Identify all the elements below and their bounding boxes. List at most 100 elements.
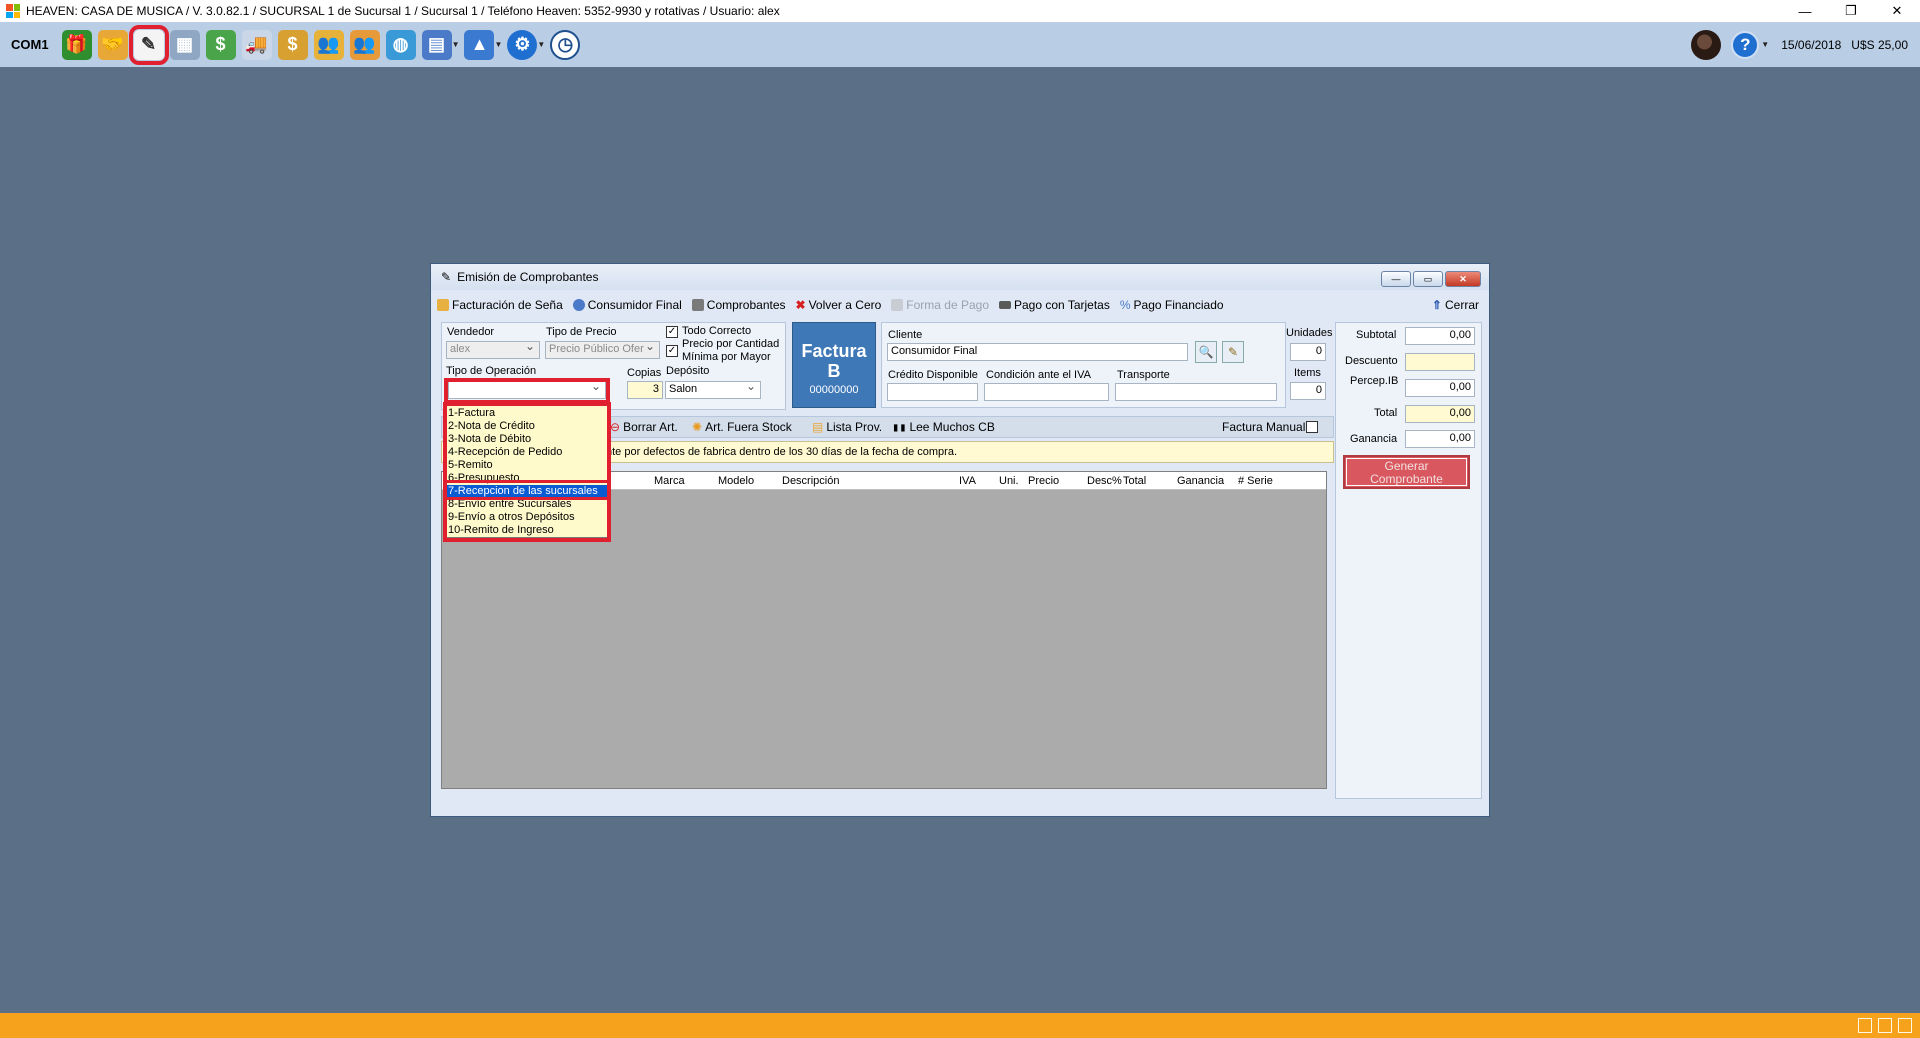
col-modelo[interactable]: Modelo — [718, 475, 754, 487]
edit-client-button[interactable]: ✎ — [1222, 341, 1244, 363]
pencil-icon: ✎ — [1227, 345, 1239, 359]
lista-prov-button[interactable]: ▤ Lista Prov. — [812, 420, 882, 434]
handshake-icon[interactable]: 🤝 — [97, 29, 128, 60]
menu-volver-a-cero[interactable]: ✖ Volver a Cero — [796, 298, 882, 312]
condicion-iva-label: Condición ante el IVA — [986, 369, 1091, 381]
cliente-label: Cliente — [888, 329, 923, 341]
dialog-titlebar: ✎ Emisión de Comprobantes — [431, 264, 1489, 290]
chart-dropdown-arrow-icon[interactable]: ▼ — [494, 40, 502, 49]
total-label: Total — [1374, 407, 1398, 419]
comprobante-type-badge: Factura B 00000000 — [792, 322, 876, 408]
document-icon[interactable] — [1898, 1018, 1912, 1033]
tipo-precio-label: Tipo de Precio — [546, 326, 617, 338]
fuera-stock-button[interactable]: ✺ Art. Fuera Stock — [692, 420, 792, 434]
copias-label: Copias — [627, 367, 662, 379]
search-client-button[interactable]: 🔍 — [1195, 341, 1217, 363]
delivery-truck-icon[interactable]: 🚚 — [241, 29, 272, 60]
factura-manual-label: Factura Manual — [1222, 420, 1306, 434]
credito-label: Crédito Disponible — [888, 369, 978, 381]
user-avatar[interactable] — [1691, 29, 1722, 60]
factura-number: 00000000 — [809, 384, 859, 396]
col-serie[interactable]: # Serie — [1238, 475, 1273, 487]
combo-highlight-box — [444, 378, 610, 404]
restore-button[interactable]: ❐ — [1828, 0, 1874, 22]
groups-icon[interactable]: 👥 — [349, 29, 380, 60]
menu-forma-de-pago[interactable]: Forma de Pago — [891, 298, 989, 312]
todo-correcto-label: Todo Correcto — [682, 325, 752, 337]
dialog-close-button[interactable]: ✕ — [1445, 271, 1481, 287]
list-icon: ▤ — [812, 420, 824, 434]
status-bar — [0, 1013, 1920, 1038]
col-ganancia[interactable]: Ganancia — [1177, 475, 1224, 487]
delete-icon: ⊖ — [610, 420, 621, 434]
generar-label-line2: Comprobante — [1370, 472, 1443, 486]
users-icon[interactable]: 👥 — [313, 29, 344, 60]
deposito-select[interactable]: Salon — [665, 381, 761, 399]
invoice-icon[interactable]: ✎ — [128, 24, 169, 65]
document-icon[interactable] — [1858, 1018, 1872, 1033]
transporte-input[interactable] — [1115, 383, 1277, 401]
menu-consumidor-final[interactable]: Consumidor Final — [572, 298, 682, 312]
menu-pago-financiado[interactable]: % Pago Financiado — [1120, 298, 1224, 312]
deposito-label: Depósito — [666, 365, 710, 377]
condicion-iva-input[interactable] — [984, 383, 1109, 401]
col-marca[interactable]: Marca — [654, 475, 685, 487]
warranty-info-text: nte por defectos de fabrica dentro de lo… — [606, 446, 958, 458]
book-dropdown-arrow-icon[interactable]: ▼ — [452, 40, 460, 49]
lee-muchos-cb-button[interactable]: ▮▮ Lee Muchos CB — [892, 420, 995, 434]
settings-dropdown-arrow-icon[interactable]: ▼ — [537, 40, 545, 49]
close-button[interactable]: ✕ — [1874, 0, 1920, 22]
precio-cantidad-checkbox[interactable]: ✓ — [666, 345, 678, 357]
barcode-icon: ▮▮ — [892, 420, 907, 434]
generar-comprobante-button[interactable]: Generar Comprobante — [1343, 455, 1470, 489]
dialog-minimize-button[interactable]: — — [1381, 271, 1411, 287]
credito-input[interactable] — [887, 383, 978, 401]
factura-manual-checkbox[interactable] — [1306, 421, 1318, 433]
book-icon[interactable]: ▤ — [421, 29, 452, 60]
col-iva[interactable]: IVA — [959, 475, 976, 487]
total-value: 0,00 — [1405, 405, 1475, 423]
list-highlight-box — [443, 402, 611, 542]
todo-correcto-checkbox[interactable]: ✓ — [666, 326, 678, 338]
unidades-input: 0 — [1290, 343, 1326, 361]
credit-card-icon — [999, 301, 1011, 309]
document-icon[interactable] — [1878, 1018, 1892, 1033]
coin-hand-icon — [437, 299, 449, 311]
globe-icon[interactable]: ◍ — [385, 29, 416, 60]
money-bag-icon[interactable]: $ — [277, 29, 308, 60]
help-icon[interactable]: ? — [1731, 30, 1760, 59]
cliente-group: Cliente Consumidor Final 🔍 ✎ Crédito Dis… — [881, 322, 1286, 408]
windows-app-icon — [6, 4, 20, 18]
menu-cerrar[interactable]: ⇑ Cerrar — [1432, 298, 1479, 312]
borrar-articulo-button[interactable]: ⊖ Borrar Art. — [610, 420, 678, 434]
subtotal-value: 0,00 — [1405, 327, 1475, 345]
up-arrows-icon: ⇑ — [1431, 298, 1442, 312]
dialog-maximize-button[interactable]: ▭ — [1413, 271, 1443, 287]
col-precio[interactable]: Precio — [1028, 475, 1059, 487]
cliente-input[interactable]: Consumidor Final — [887, 343, 1188, 361]
summary-panel: Subtotal 0,00 Descuento Percep.IB 0,00 T… — [1335, 322, 1482, 799]
chart-icon[interactable]: ▲ — [464, 29, 495, 60]
transporte-label: Transporte — [1117, 369, 1170, 381]
vendedor-select[interactable]: alex — [446, 341, 540, 359]
menu-comprobantes[interactable]: Comprobantes — [691, 298, 786, 312]
col-desc[interactable]: Desc% — [1087, 475, 1122, 487]
help-dropdown-arrow-icon[interactable]: ▼ — [1761, 40, 1769, 49]
invoice-icon: ✎ — [441, 270, 452, 284]
clock-icon[interactable]: ◷ — [550, 29, 581, 60]
tipo-precio-select[interactable]: Precio Público Ofer — [545, 341, 660, 359]
col-descripcion[interactable]: Descripción — [782, 475, 839, 487]
menu-pago-con-tarjetas[interactable]: Pago con Tarjetas — [999, 298, 1110, 312]
menu-facturacion-sena[interactable]: Facturación de Seña — [437, 298, 563, 312]
col-total[interactable]: Total — [1123, 475, 1146, 487]
copias-input[interactable]: 3 — [627, 381, 663, 399]
gift-icon[interactable]: 🎁 — [61, 29, 92, 60]
descuento-input[interactable] — [1405, 353, 1475, 371]
calculator-icon[interactable]: ▦ — [169, 29, 200, 60]
precio-cantidad-label: Precio por Cantidad — [682, 338, 780, 350]
money-icon[interactable]: $ — [205, 29, 236, 60]
settings-gear-icon[interactable]: ⚙ — [507, 29, 538, 60]
ganancia-label: Ganancia — [1350, 433, 1398, 445]
col-uni[interactable]: Uni. — [999, 475, 1019, 487]
minimize-button[interactable]: — — [1782, 0, 1828, 22]
